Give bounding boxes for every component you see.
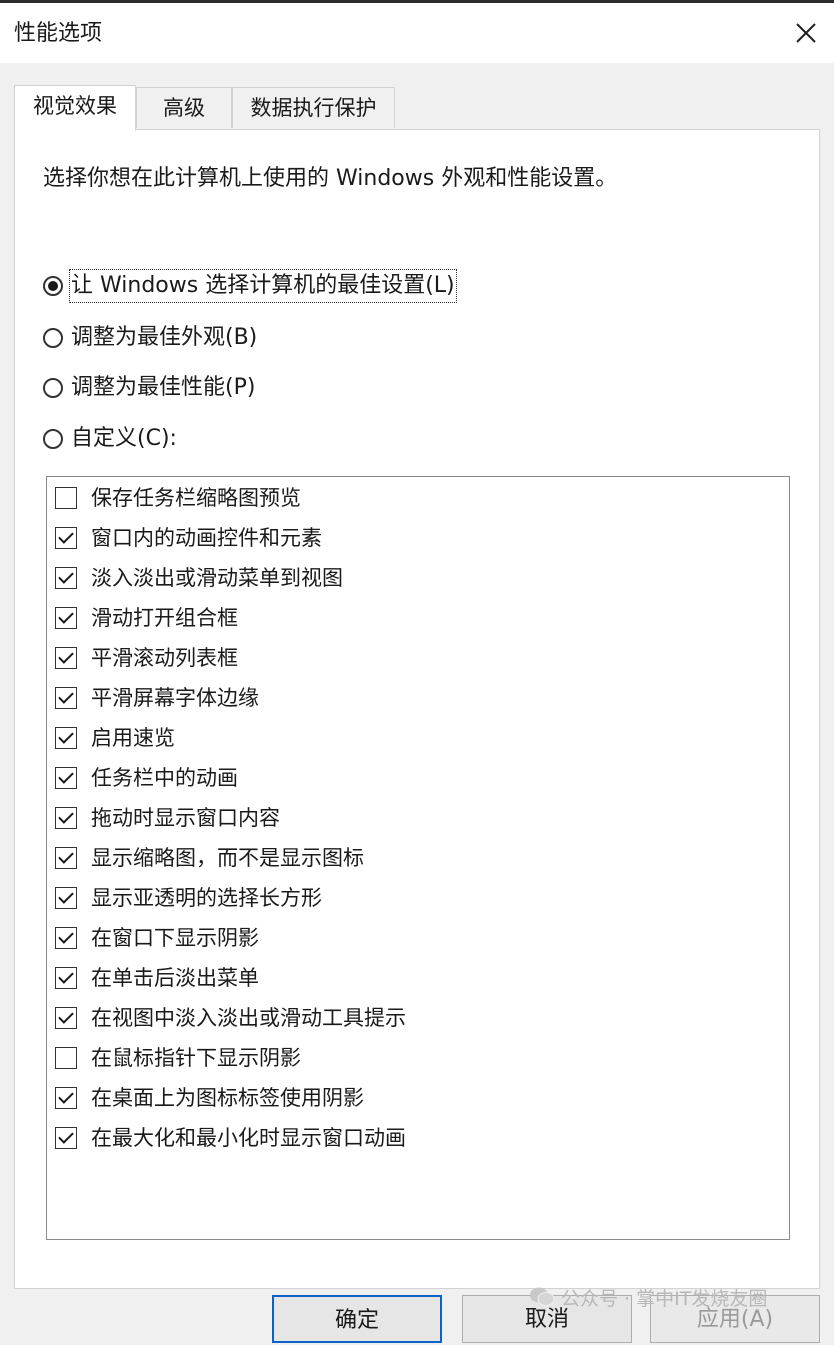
option-item[interactable]: 淡入淡出或滑动菜单到视图 (55, 559, 343, 597)
option-label: 任务栏中的动画 (91, 766, 238, 790)
option-item[interactable]: 保存任务栏缩略图预览 (55, 479, 301, 517)
option-label: 窗口内的动画控件和元素 (91, 526, 322, 550)
option-item[interactable]: 在鼠标指针下显示阴影 (55, 1039, 301, 1077)
option-item[interactable]: 窗口内的动画控件和元素 (55, 519, 322, 557)
option-item[interactable]: 显示缩略图，而不是显示图标 (55, 839, 364, 877)
option-item[interactable]: 拖动时显示窗口内容 (55, 799, 280, 837)
checkbox-icon[interactable] (55, 1007, 77, 1029)
ok-button[interactable]: 确定 (272, 1295, 442, 1343)
checkbox-icon[interactable] (55, 487, 77, 509)
option-item[interactable]: 在单击后淡出菜单 (55, 959, 259, 997)
close-button[interactable] (778, 3, 834, 63)
option-item[interactable]: 在最大化和最小化时显示窗口动画 (55, 1119, 406, 1157)
radio-label: 调整为最佳性能(P) (71, 375, 256, 400)
checkbox-icon[interactable] (55, 767, 77, 789)
checkbox-icon[interactable] (55, 847, 77, 869)
radio-custom[interactable]: 自定义(C): (43, 422, 177, 456)
tab-visual-effects[interactable]: 视觉效果 (14, 85, 136, 131)
radio-button-icon[interactable] (43, 429, 63, 449)
option-label: 在窗口下显示阴影 (91, 926, 259, 950)
tab-advanced[interactable]: 高级 (136, 87, 232, 128)
close-icon (796, 23, 816, 43)
checkbox-icon[interactable] (55, 1087, 77, 1109)
title-bar: 性能选项 (0, 3, 834, 63)
custom-options-list[interactable]: 保存任务栏缩略图预览 窗口内的动画控件和元素 淡入淡出或滑动菜单到视图 滑动打开组合框… (46, 476, 790, 1240)
checkbox-icon[interactable] (55, 1047, 77, 1069)
checkbox-icon[interactable] (55, 807, 77, 829)
option-label: 保存任务栏缩略图预览 (91, 486, 301, 510)
option-label: 显示亚透明的选择长方形 (91, 886, 322, 910)
option-item[interactable]: 平滑滚动列表框 (55, 639, 238, 677)
checkbox-icon[interactable] (55, 607, 77, 629)
option-label: 平滑屏幕字体边缘 (91, 686, 259, 710)
option-label: 在视图中淡入淡出或滑动工具提示 (91, 1006, 406, 1030)
checkbox-icon[interactable] (55, 967, 77, 989)
radio-best-appearance[interactable]: 调整为最佳外观(B) (43, 321, 257, 355)
option-item[interactable]: 平滑屏幕字体边缘 (55, 679, 259, 717)
option-label: 平滑滚动列表框 (91, 646, 238, 670)
radio-button-icon[interactable] (43, 328, 63, 348)
option-item[interactable]: 启用速览 (55, 719, 175, 757)
option-item[interactable]: 显示亚透明的选择长方形 (55, 879, 322, 917)
radio-label: 自定义(C): (71, 426, 177, 451)
watermark-text: 公众号 · 掌中IT发烧友圈 (561, 1287, 768, 1310)
option-label: 显示缩略图，而不是显示图标 (91, 846, 364, 870)
radio-let-windows-choose[interactable]: 让 Windows 选择计算机的最佳设置(L) (43, 269, 457, 303)
watermark: 公众号 · 掌中IT发烧友圈 (529, 1280, 767, 1314)
option-label: 在最大化和最小化时显示窗口动画 (91, 1126, 406, 1150)
option-label: 启用速览 (91, 726, 175, 750)
tab-data-execution-prevention[interactable]: 数据执行保护 (232, 87, 395, 128)
instruction-text: 选择你想在此计算机上使用的 Windows 外观和性能设置。 (43, 166, 618, 191)
option-label: 在桌面上为图标标签使用阴影 (91, 1086, 364, 1110)
option-item[interactable]: 在窗口下显示阴影 (55, 919, 259, 957)
radio-button-icon[interactable] (43, 276, 63, 296)
radio-label: 让 Windows 选择计算机的最佳设置(L) (69, 269, 457, 303)
checkbox-icon[interactable] (55, 567, 77, 589)
option-item[interactable]: 任务栏中的动画 (55, 759, 238, 797)
wechat-icon (530, 1287, 555, 1306)
option-label: 淡入淡出或滑动菜单到视图 (91, 566, 343, 590)
checkbox-icon[interactable] (55, 887, 77, 909)
checkbox-icon[interactable] (55, 687, 77, 709)
option-item[interactable]: 在视图中淡入淡出或滑动工具提示 (55, 999, 406, 1037)
option-item[interactable]: 在桌面上为图标标签使用阴影 (55, 1079, 364, 1117)
radio-label: 调整为最佳外观(B) (71, 325, 258, 350)
checkbox-icon[interactable] (55, 647, 77, 669)
option-item[interactable]: 滑动打开组合框 (55, 599, 238, 637)
checkbox-icon[interactable] (55, 527, 77, 549)
window-title: 性能选项 (14, 21, 103, 46)
option-label: 在单击后淡出菜单 (91, 966, 259, 990)
option-label: 滑动打开组合框 (91, 606, 238, 630)
checkbox-icon[interactable] (55, 927, 77, 949)
checkbox-icon[interactable] (55, 727, 77, 749)
visual-effects-panel: 选择你想在此计算机上使用的 Windows 外观和性能设置。 让 Windows… (14, 129, 820, 1289)
checkbox-icon[interactable] (55, 1127, 77, 1149)
option-label: 在鼠标指针下显示阴影 (91, 1046, 301, 1070)
radio-button-icon[interactable] (43, 378, 63, 398)
option-label: 拖动时显示窗口内容 (91, 806, 280, 830)
radio-best-performance[interactable]: 调整为最佳性能(P) (43, 371, 255, 405)
